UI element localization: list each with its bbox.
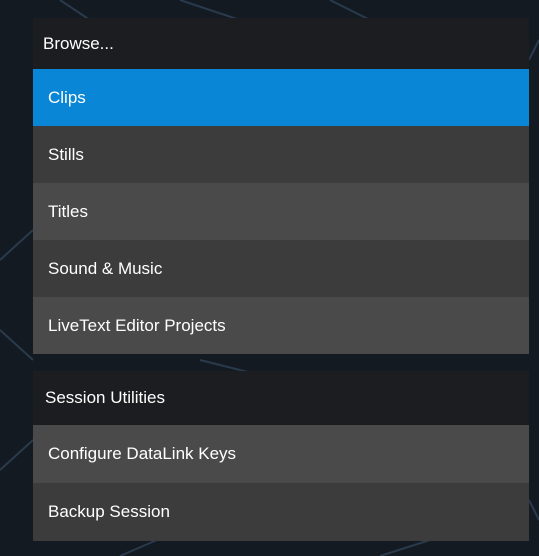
menu-item-titles[interactable]: Titles <box>33 183 529 240</box>
menu-item-configure-datalink-keys[interactable]: Configure DataLink Keys <box>33 425 529 483</box>
section-divider <box>33 354 529 371</box>
context-menu: Browse... Clips Stills Titles Sound & Mu… <box>33 18 529 541</box>
session-utilities-header: Session Utilities <box>33 371 529 425</box>
backdrop: Browse... Clips Stills Titles Sound & Mu… <box>0 0 539 556</box>
menu-item-clips[interactable]: Clips <box>33 69 529 126</box>
menu-item-livetext-editor-projects[interactable]: LiveText Editor Projects <box>33 297 529 354</box>
menu-item-stills[interactable]: Stills <box>33 126 529 183</box>
browse-header: Browse... <box>33 18 529 69</box>
menu-item-sound-music[interactable]: Sound & Music <box>33 240 529 297</box>
menu-item-backup-session[interactable]: Backup Session <box>33 483 529 541</box>
